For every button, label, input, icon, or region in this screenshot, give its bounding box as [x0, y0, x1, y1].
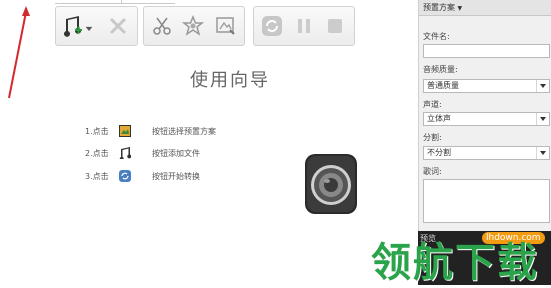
- preset-panel-header[interactable]: 预置方案 ▼: [419, 0, 551, 16]
- channel-select[interactable]: 立体声: [423, 112, 550, 126]
- add-music-icon: [118, 146, 132, 160]
- step-number: 1.点击: [85, 126, 109, 136]
- lyrics-label: 歌词:: [423, 167, 442, 176]
- quality-select[interactable]: 普通质量: [423, 79, 550, 93]
- toolbar-group-edit: [143, 6, 245, 46]
- cut-icon[interactable]: [149, 13, 175, 39]
- quality-value: 普通质量: [427, 81, 459, 90]
- toolbar-group-file: [55, 6, 138, 46]
- chevron-down-icon: [536, 80, 549, 92]
- guide-step: 2.点击 按钮添加文件: [85, 145, 200, 161]
- toolbar-group-convert: [253, 6, 355, 46]
- split-select[interactable]: 不分割: [423, 146, 550, 160]
- stop-icon[interactable]: [322, 13, 348, 39]
- quality-label: 音频质量:: [423, 65, 458, 74]
- guide-title: 使用向导: [190, 70, 270, 91]
- pause-icon[interactable]: [291, 13, 317, 39]
- edit-icon[interactable]: [212, 13, 238, 39]
- step-number: 3.点击: [85, 171, 109, 181]
- channel-value: 立体声: [427, 114, 451, 123]
- split-value: 不分割: [427, 148, 451, 157]
- watermark-text: 领航下载: [371, 240, 539, 286]
- guide-step: 3.点击 按钮开始转换: [85, 168, 200, 184]
- preset-panel-title: 预置方案: [423, 3, 455, 12]
- step-text: 按钮添加文件: [152, 148, 200, 158]
- lyrics-textarea[interactable]: [423, 179, 550, 223]
- dropdown-arrow-icon[interactable]: [83, 13, 95, 39]
- delete-icon[interactable]: [105, 13, 131, 39]
- filename-label: 文件名:: [423, 32, 450, 41]
- guide-step: 1.点击 按钮选择预置方案: [85, 123, 216, 139]
- chevron-down-icon: [536, 113, 549, 125]
- chevron-down-icon: ▼: [457, 5, 463, 12]
- toolbar: [55, 6, 355, 46]
- preset-icon: [118, 124, 132, 138]
- filename-field[interactable]: [423, 44, 550, 58]
- speaker-icon: [303, 152, 359, 216]
- convert-icon: [118, 169, 132, 183]
- channel-label: 声道:: [423, 100, 442, 109]
- step-number: 2.点击: [85, 148, 109, 158]
- chevron-down-icon: [536, 147, 549, 159]
- step-text: 按钮选择预置方案: [152, 126, 216, 136]
- effects-icon[interactable]: [180, 13, 206, 39]
- tab-divider: [121, 0, 122, 3]
- step-text: 按钮开始转换: [152, 171, 200, 181]
- split-label: 分割:: [423, 133, 442, 142]
- convert-icon[interactable]: [259, 13, 285, 39]
- add-music-icon[interactable]: [59, 13, 85, 39]
